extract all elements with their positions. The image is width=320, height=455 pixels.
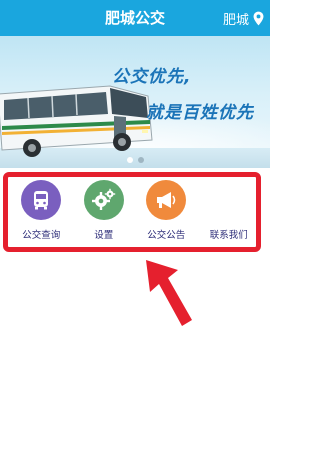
title-bar: 肥城公交 肥城 bbox=[0, 0, 270, 36]
bus-image bbox=[0, 85, 153, 157]
location-pin-icon bbox=[253, 11, 264, 25]
carousel-dot[interactable] bbox=[138, 157, 144, 163]
carousel-dot-active[interactable] bbox=[127, 157, 133, 163]
banner-slogan-line2: 就是百姓优先 bbox=[146, 103, 254, 123]
city-selector[interactable]: 肥城 bbox=[223, 0, 264, 36]
banner-slogan-line1: 公交优先, bbox=[112, 67, 192, 87]
carousel-indicator bbox=[127, 157, 144, 163]
pointer-arrow-icon bbox=[146, 260, 192, 326]
city-name: 肥城 bbox=[222, 12, 249, 28]
app-screen: 肥城公交 肥城 公交优先, 就是百姓优先 公交查询 设置 公交公告 联系我们 bbox=[0, 0, 270, 455]
banner-carousel[interactable]: 公交优先, 就是百姓优先 bbox=[0, 36, 270, 168]
highlight-box bbox=[3, 172, 261, 252]
